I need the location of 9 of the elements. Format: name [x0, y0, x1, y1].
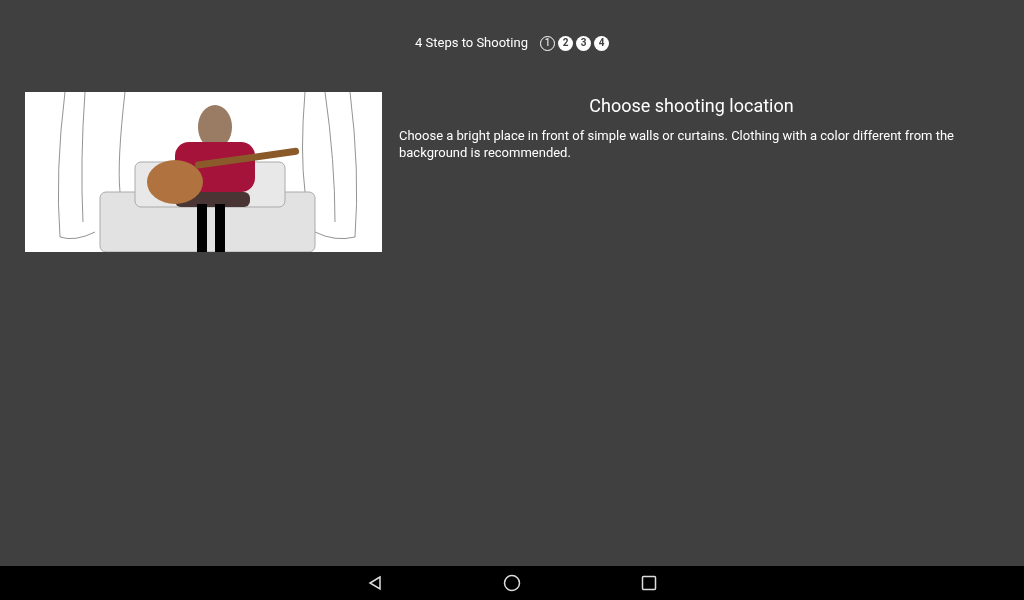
step-heading: Choose shooting location — [588, 94, 795, 118]
step-indicator: 4 — [594, 35, 609, 51]
back-icon[interactable] — [367, 575, 383, 591]
step-indicator: 3 — [576, 35, 591, 51]
recent-apps-icon[interactable] — [641, 575, 657, 591]
page-title: 4 Steps to Shooting — [415, 34, 528, 53]
home-icon[interactable] — [503, 574, 521, 592]
step-description: Choose a bright place in front of simple walls or curtains. Clothing with a color different from the background is recommended. — [399, 127, 955, 161]
step-indicator: 2 — [558, 35, 573, 51]
